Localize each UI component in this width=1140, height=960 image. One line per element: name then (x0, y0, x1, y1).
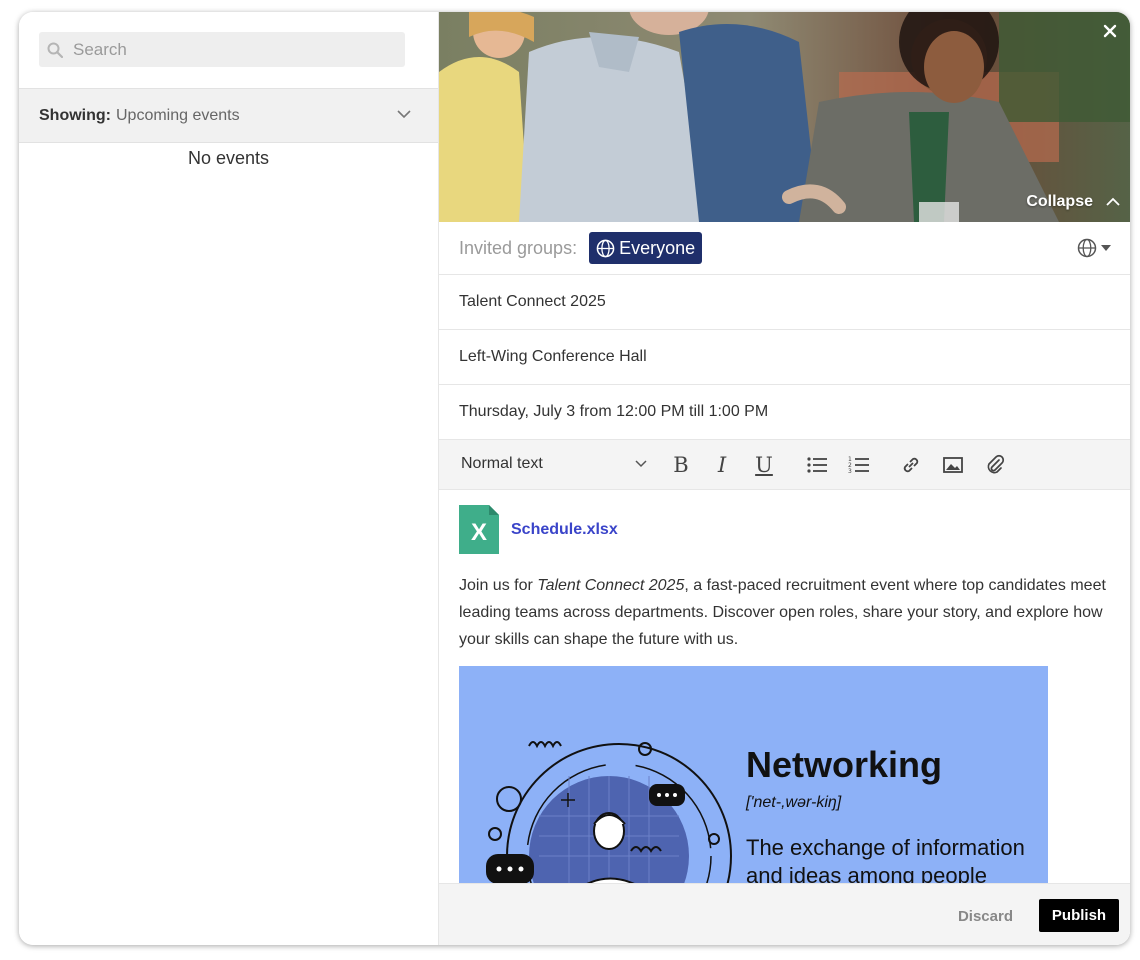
chevron-up-icon (1106, 197, 1120, 206)
editor-footer: Discard Publish (439, 883, 1130, 945)
underline-icon: U (755, 453, 773, 477)
search-input[interactable]: Search (39, 32, 405, 67)
numbered-list-icon: 123 (848, 456, 869, 475)
event-editor-window: Search Showing: Upcoming events No event… (19, 12, 1130, 945)
chevron-down-icon[interactable] (634, 457, 648, 471)
globe-icon (596, 239, 615, 257)
filter-value: Upcoming events (115, 106, 240, 124)
close-icon[interactable] (1099, 20, 1121, 42)
search-icon (47, 42, 63, 58)
publish-button[interactable]: Publish (1039, 899, 1119, 932)
empty-state-text: No events (187, 148, 270, 168)
event-datetime-field[interactable]: Thursday, July 3 from 12:00 PM till 1:00… (439, 385, 1130, 440)
image-button[interactable] (940, 452, 966, 478)
caret-down-icon (1101, 245, 1111, 251)
bold-icon: B (673, 453, 689, 477)
discard-button[interactable]: Discard (958, 908, 1013, 925)
banner-title: Networking (746, 744, 943, 785)
svg-text:X: X (471, 519, 487, 546)
bold-button[interactable]: B (668, 452, 694, 478)
event-description-editor[interactable]: X Schedule.xlsx Join us for Talent Conne… (439, 490, 1130, 883)
cover-photo-image (439, 12, 1130, 222)
numbered-list-button[interactable]: 123 (846, 452, 872, 478)
group-chip-everyone[interactable]: Everyone (589, 232, 703, 264)
desc-event-name: Talent Connect 2025 (537, 577, 685, 594)
editor-toolbar: Normal text B I U 123 (439, 440, 1130, 490)
paperclip-icon (987, 454, 1005, 474)
banner-phonetic: ['net-,wər-kiŋ] (746, 794, 842, 811)
underline-button[interactable]: U (751, 452, 777, 478)
excel-file-icon: X (459, 505, 499, 554)
italic-button[interactable]: I (709, 452, 735, 478)
attachment-item[interactable]: X Schedule.xlsx (459, 505, 618, 554)
event-filter-dropdown[interactable]: Showing: Upcoming events (19, 88, 438, 143)
filter-label: Showing: (39, 106, 111, 124)
event-list-panel: Search Showing: Upcoming events No event… (19, 12, 438, 945)
image-icon (943, 457, 963, 473)
search-placeholder: Search (73, 39, 127, 59)
invited-groups-label: Invited groups: (459, 237, 578, 258)
group-chip-label: Everyone (619, 237, 696, 258)
event-title-field[interactable]: Talent Connect 2025 (439, 275, 1130, 330)
text-style-select[interactable]: Normal text (461, 455, 543, 473)
bulleted-list-button[interactable] (804, 452, 830, 478)
link-button[interactable] (898, 452, 924, 478)
link-icon (903, 457, 919, 473)
event-cover-photo: Collapse (439, 12, 1130, 222)
bulleted-list-icon (807, 457, 827, 473)
networking-banner-image: Networking ['net-,wər-kiŋ] The exchange … (459, 666, 1048, 883)
attachment-filename[interactable]: Schedule.xlsx (511, 521, 618, 539)
event-detail-panel: Collapse Invited groups: Everyone Talent… (438, 12, 1130, 945)
chevron-down-icon (397, 110, 411, 119)
visibility-dropdown[interactable] (1077, 238, 1111, 258)
attachment-button[interactable] (982, 452, 1008, 478)
banner-definition: The exchange of information and ideas am… (746, 835, 1025, 883)
collapse-label: Collapse (1026, 193, 1093, 210)
desc-prefix: Join us for (459, 577, 538, 594)
collapse-button[interactable]: Collapse (1026, 193, 1121, 211)
invited-groups-row: Invited groups: Everyone (439, 222, 1130, 275)
event-location-field[interactable]: Left-Wing Conference Hall (439, 330, 1130, 385)
globe-icon (1077, 238, 1097, 258)
italic-icon: I (717, 453, 727, 477)
event-description: Join us for Talent Connect 2025, a fast-… (459, 572, 1119, 653)
svg-text:3: 3 (848, 468, 852, 475)
